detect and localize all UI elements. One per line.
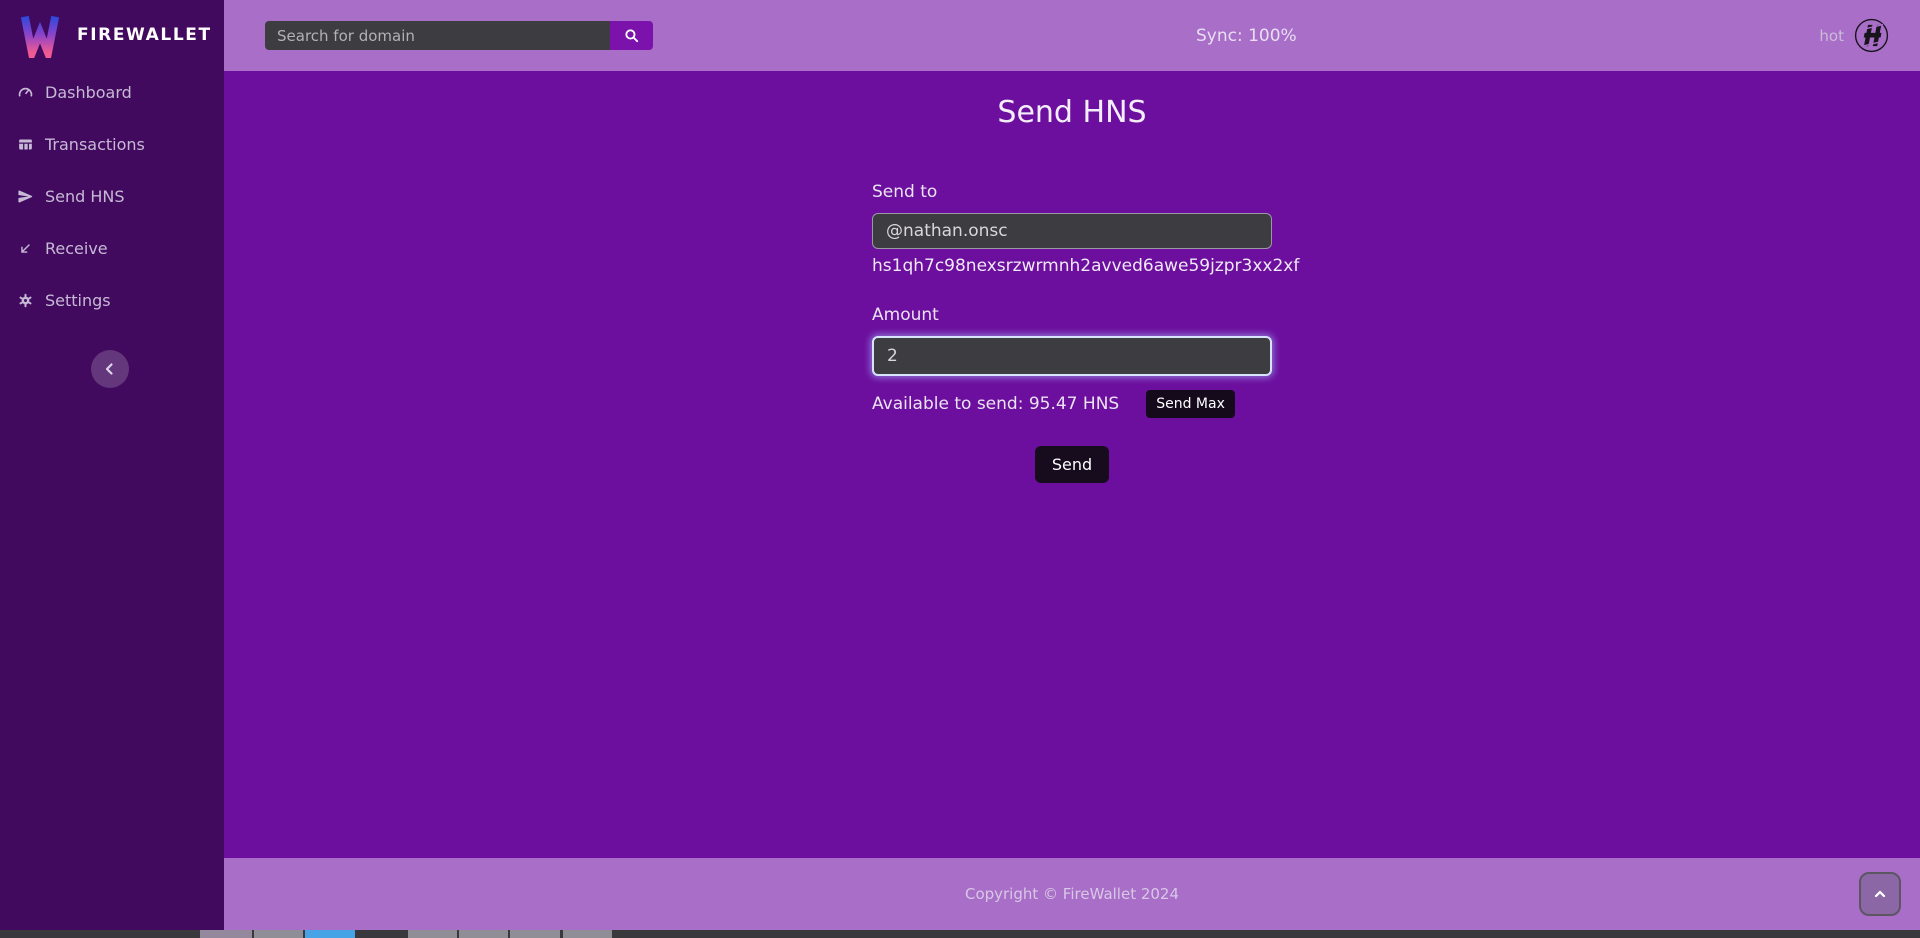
amount-label: Amount <box>872 305 1272 325</box>
sidebar-item-transactions[interactable]: Transactions <box>0 118 224 170</box>
bottom-strip <box>0 930 1920 938</box>
sidebar-collapse-button[interactable] <box>91 350 129 388</box>
search-icon <box>623 27 640 44</box>
main-content: Send HNS Send to hs1qh7c98nexsrzwrmnh2av… <box>224 71 1920 858</box>
sidebar-item-label: Settings <box>45 291 111 310</box>
chevron-up-icon <box>1872 886 1888 902</box>
sidebar-item-receive[interactable]: Receive <box>0 222 224 274</box>
gauge-icon <box>17 84 34 101</box>
send-icon <box>17 188 34 205</box>
page-title: Send HNS <box>224 95 1920 130</box>
sidebar-item-label: Send HNS <box>45 187 125 206</box>
gear-icon <box>17 292 34 309</box>
receive-icon <box>17 240 34 257</box>
sync-status: Sync: 100% <box>1196 0 1297 71</box>
taskbar-segment[interactable] <box>305 930 355 938</box>
search-button[interactable] <box>610 21 653 50</box>
firewallet-logo-icon <box>20 12 60 58</box>
send-to-input[interactable] <box>872 213 1272 249</box>
footer: Copyright © FireWallet 2024 <box>224 858 1920 930</box>
taskbar-segment[interactable] <box>563 930 612 938</box>
taskbar-segment[interactable] <box>200 930 252 938</box>
handshake-icon <box>1853 17 1890 54</box>
chevron-left-icon <box>101 360 119 378</box>
wallet-switcher[interactable]: hot <box>1819 0 1890 71</box>
sidebar-item-settings[interactable]: Settings <box>0 274 224 326</box>
sidebar-item-dashboard[interactable]: Dashboard <box>0 66 224 118</box>
taskbar-segment[interactable] <box>408 930 457 938</box>
firewallet-app: FIREWALLET Dashboard <box>0 0 1920 938</box>
brand-name: FIREWALLET <box>77 25 212 45</box>
taskbar-segment[interactable] <box>459 930 508 938</box>
sidebar-nav: Dashboard Transactions Send HNS <box>0 66 224 326</box>
sidebar-item-label: Dashboard <box>45 83 132 102</box>
search-input[interactable] <box>265 21 610 50</box>
sidebar-item-label: Receive <box>45 239 108 258</box>
taskbar-segment[interactable] <box>510 930 560 938</box>
domain-search <box>265 21 653 50</box>
resolved-address: hs1qh7c98nexsrzwrmnh2avved6awe59jzpr3xx2… <box>872 256 1272 276</box>
available-row: Available to send: 95.47 HNS Send Max <box>872 390 1272 418</box>
table-icon <box>17 136 34 153</box>
available-balance: Available to send: 95.47 HNS <box>872 394 1119 414</box>
wallet-name: hot <box>1819 27 1844 45</box>
sidebar-item-send-hns[interactable]: Send HNS <box>0 170 224 222</box>
brand-header[interactable]: FIREWALLET <box>0 0 224 58</box>
send-to-label: Send to <box>872 182 1272 202</box>
send-max-button[interactable]: Send Max <box>1146 390 1235 418</box>
topbar: Sync: 100% hot <box>224 0 1920 71</box>
sidebar: FIREWALLET Dashboard <box>0 0 224 930</box>
copyright-text: Copyright © FireWallet 2024 <box>965 885 1179 903</box>
taskbar-segment[interactable] <box>254 930 303 938</box>
amount-input[interactable] <box>872 336 1272 376</box>
sidebar-item-label: Transactions <box>45 135 145 154</box>
scroll-to-top-button[interactable] <box>1859 872 1901 916</box>
send-button[interactable]: Send <box>1035 446 1109 483</box>
send-form: Send to hs1qh7c98nexsrzwrmnh2avved6awe59… <box>872 182 1272 483</box>
